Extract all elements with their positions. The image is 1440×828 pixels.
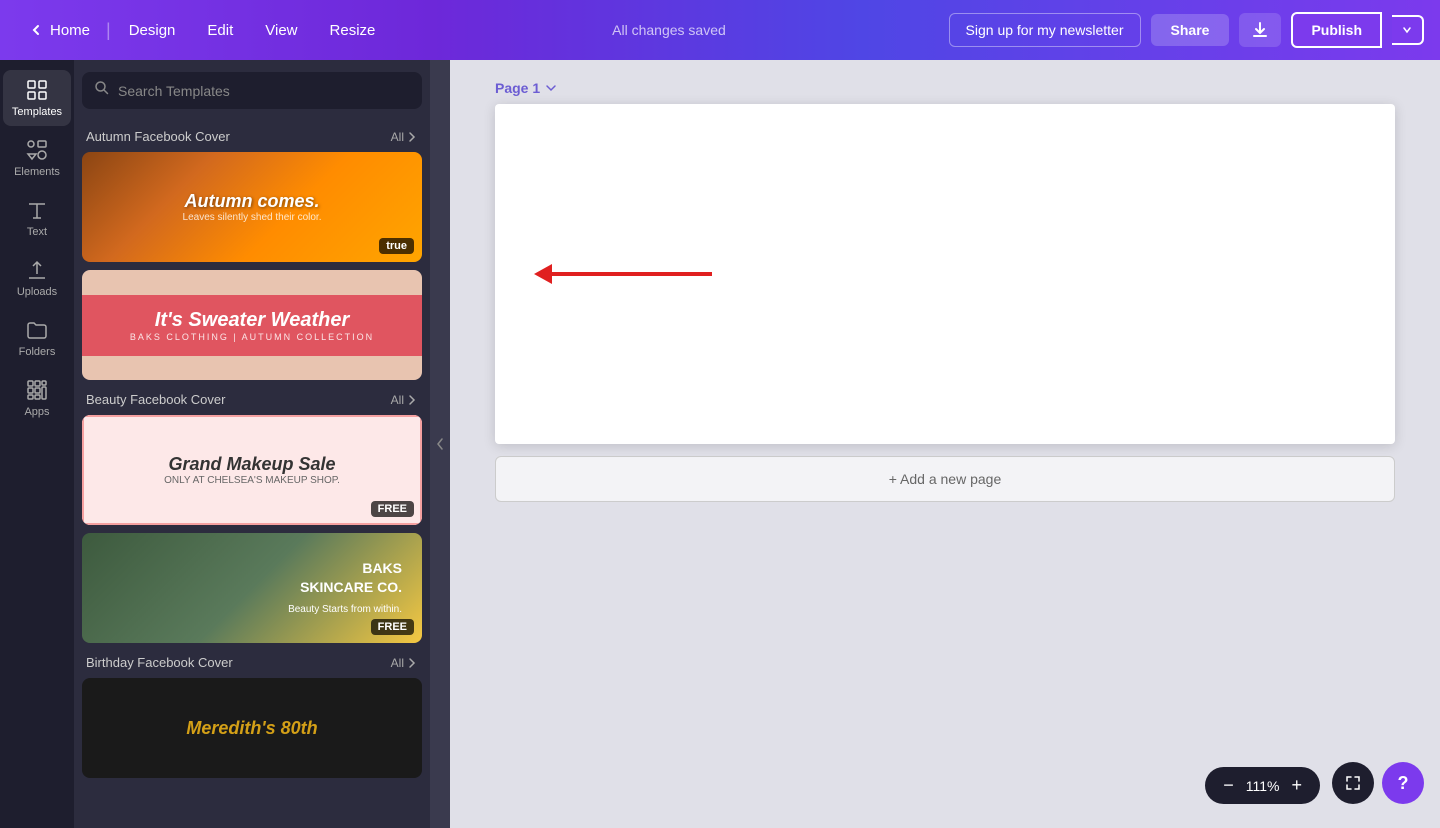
add-page-button[interactable]: + Add a new page	[495, 456, 1395, 502]
sidebar: Templates Elements Text Uploads	[0, 60, 74, 828]
chevron-right-icon-beauty	[406, 394, 418, 406]
sidebar-item-label-elements: Elements	[14, 166, 60, 178]
template-title-autumn: Autumn comes.	[183, 191, 322, 212]
autumn-section-header: Autumn Facebook Cover All	[82, 125, 422, 152]
beauty-section-title: Beauty Facebook Cover	[86, 392, 225, 407]
zoom-out-button[interactable]: −	[1219, 775, 1238, 796]
birthday-section-header: Birthday Facebook Cover All	[82, 651, 422, 678]
nav-left: Home | Design Edit View Resize	[16, 16, 389, 45]
arrow-line	[552, 272, 712, 276]
text-icon	[25, 198, 49, 222]
free-badge-skincare: FREE	[371, 619, 414, 635]
publish-dropdown-button[interactable]	[1392, 15, 1424, 45]
template-title-sweater: It's Sweater Weather	[82, 309, 422, 332]
template-card-sweater-weather[interactable]: It's Sweater Weather BAKS CLOTHING | AUT…	[82, 270, 422, 380]
canvas-page[interactable]	[495, 104, 1395, 444]
sidebar-item-label-text: Text	[27, 226, 47, 238]
home-button[interactable]: Home	[16, 16, 102, 45]
birthday-section-title: Birthday Facebook Cover	[86, 655, 233, 670]
main-layout: Templates Elements Text Uploads	[0, 60, 1440, 828]
template-title-makeup: Grand Makeup Sale	[168, 454, 335, 475]
sidebar-item-label-apps: Apps	[24, 406, 49, 418]
page-label[interactable]: Page 1	[495, 80, 558, 96]
chevron-left-panel-icon	[434, 436, 446, 452]
sidebar-item-elements[interactable]: Elements	[3, 130, 71, 186]
arrow-head	[534, 264, 552, 284]
canvas-area: Page 1 + Add a new page	[450, 60, 1440, 828]
templates-panel: Autumn Facebook Cover All Autumn comes. …	[74, 60, 430, 828]
sidebar-item-templates[interactable]: Templates	[3, 70, 71, 126]
zoom-level: 111%	[1246, 778, 1280, 794]
home-label: Home	[50, 22, 90, 39]
share-button[interactable]: Share	[1151, 14, 1230, 46]
chevron-right-icon-birthday	[406, 657, 418, 669]
fullscreen-icon	[1345, 775, 1361, 791]
chevron-down-icon	[1402, 25, 1412, 35]
fullscreen-button[interactable]	[1332, 762, 1374, 804]
autumn-section-title: Autumn Facebook Cover	[86, 129, 230, 144]
chevron-right-icon	[406, 131, 418, 143]
grid-icon	[25, 78, 49, 102]
publish-button[interactable]: Publish	[1291, 12, 1382, 48]
save-status: All changes saved	[397, 22, 940, 38]
sidebar-item-uploads[interactable]: Uploads	[3, 250, 71, 306]
template-card-makeup-sale[interactable]: Grand Makeup Sale ONLY AT CHELSEA'S MAKE…	[82, 415, 422, 525]
help-button[interactable]: ?	[1382, 762, 1424, 804]
search-input[interactable]	[118, 83, 410, 99]
template-thumbnail-sweater: It's Sweater Weather BAKS CLOTHING | AUT…	[82, 270, 422, 380]
upload-icon	[25, 258, 49, 282]
folder-icon	[25, 318, 49, 342]
page-label-bar: Page 1	[495, 80, 1395, 96]
template-subtitle-autumn: Leaves silently shed their color.	[183, 212, 322, 223]
newsletter-button[interactable]: Sign up for my newsletter	[949, 13, 1141, 47]
template-card-birthday[interactable]: Meredith's 80th	[82, 678, 422, 778]
nav-separator: |	[106, 20, 111, 41]
design-button[interactable]: Design	[115, 16, 190, 45]
template-subtitle-makeup: ONLY AT CHELSEA'S MAKEUP SHOP.	[164, 475, 340, 486]
edit-button[interactable]: Edit	[193, 16, 247, 45]
beauty-section-header: Beauty Facebook Cover All	[82, 388, 422, 415]
template-title-skincare: BAKSSKINCARE CO.Beauty Starts from withi…	[288, 559, 402, 618]
template-thumbnail-autumn: Autumn comes. Leaves silently shed their…	[82, 152, 422, 262]
topnav: Home | Design Edit View Resize All chang…	[0, 0, 1440, 60]
elements-icon	[25, 138, 49, 162]
free-badge-makeup: FREE	[371, 501, 414, 517]
page-label-text: Page 1	[495, 80, 540, 96]
search-icon	[94, 80, 110, 101]
sidebar-item-apps[interactable]: Apps	[3, 370, 71, 426]
page-dropdown-icon	[544, 81, 558, 95]
sidebar-item-label-uploads: Uploads	[17, 286, 57, 298]
autumn-all-link[interactable]: All	[391, 130, 418, 144]
apps-icon	[25, 378, 49, 402]
birthday-all-link[interactable]: All	[391, 656, 418, 670]
red-arrow	[535, 264, 712, 284]
nav-right: Sign up for my newsletter Share Publish	[949, 12, 1424, 48]
template-card-skincare[interactable]: BAKSSKINCARE CO.Beauty Starts from withi…	[82, 533, 422, 643]
chevron-left-icon	[28, 22, 44, 38]
sidebar-item-label-templates: Templates	[12, 106, 62, 118]
sidebar-item-label-folders: Folders	[19, 346, 56, 358]
download-button[interactable]	[1239, 13, 1281, 47]
zoom-in-button[interactable]: +	[1287, 775, 1306, 796]
sidebar-item-folders[interactable]: Folders	[3, 310, 71, 366]
resize-button[interactable]: Resize	[316, 16, 390, 45]
template-thumbnail-birthday: Meredith's 80th	[82, 678, 422, 778]
view-button[interactable]: View	[251, 16, 311, 45]
beauty-all-link[interactable]: All	[391, 393, 418, 407]
template-center-sweater: It's Sweater Weather BAKS CLOTHING | AUT…	[82, 295, 422, 356]
template-title-birthday: Meredith's 80th	[186, 718, 317, 739]
zoom-controls: − 111% +	[1205, 767, 1320, 804]
hide-panel-button[interactable]	[430, 60, 450, 828]
download-icon	[1251, 21, 1269, 39]
template-card-autumn-comes[interactable]: Autumn comes. Leaves silently shed their…	[82, 152, 422, 262]
template-subtitle-sweater: BAKS CLOTHING | AUTUMN COLLECTION	[82, 332, 422, 342]
sidebar-item-text[interactable]: Text	[3, 190, 71, 246]
free-badge: true	[379, 238, 414, 254]
search-bar	[82, 72, 422, 109]
